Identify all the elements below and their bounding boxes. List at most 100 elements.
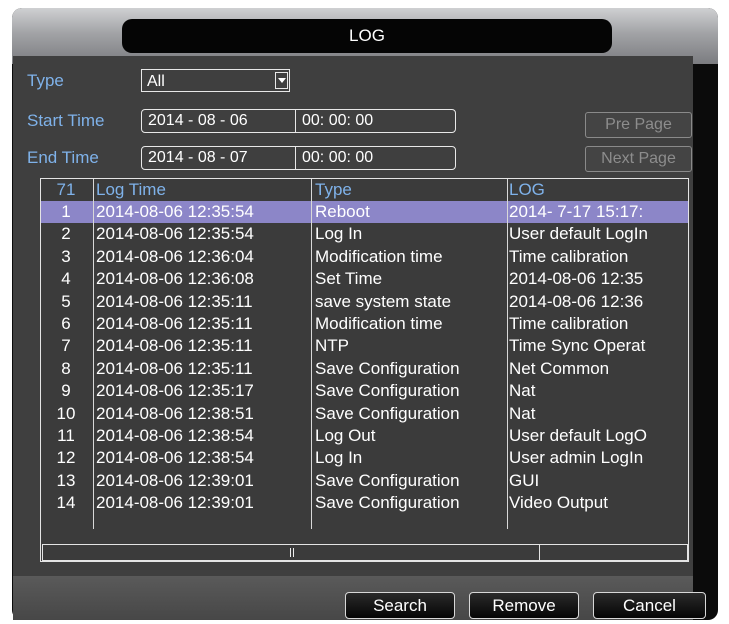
- row-number: 9: [61, 381, 71, 401]
- row-log: User default LogO: [509, 426, 647, 445]
- row-type: Save Configuration: [315, 358, 460, 378]
- cancel-button[interactable]: Cancel: [593, 592, 706, 619]
- field-divider: [295, 110, 296, 132]
- row-log: GUI: [509, 470, 540, 490]
- row-type: Log Out: [315, 426, 376, 445]
- field-divider: [295, 147, 296, 169]
- row-log-time: 2014-08-06 12:35:17: [96, 381, 254, 401]
- table-row[interactable]: 14 2014-08-06 12:39:01 Save Configuration V…: [41, 492, 688, 514]
- row-log: User admin LogIn: [509, 448, 644, 468]
- type-label: Type: [27, 71, 64, 90]
- column-divider: [93, 179, 94, 529]
- table-row[interactable]: 7 2014-08-06 12:35:11 NTP Time Sync Operat: [41, 335, 688, 357]
- log-table: 71 Log Time Type LOG 1 2014-08-06 12:35:5…: [40, 178, 689, 562]
- row-log: Time calibration: [509, 246, 629, 266]
- table-row[interactable]: 4 2014-08-06 12:36:08 Set Time 2014-08-06 1…: [41, 268, 688, 290]
- column-header-type[interactable]: Type: [315, 179, 507, 201]
- row-log: Net Common: [509, 358, 610, 378]
- row-type: Set Time: [315, 269, 383, 289]
- row-number: 1: [61, 202, 71, 221]
- row-type: Reboot: [315, 202, 370, 221]
- column-header-log[interactable]: LOG: [509, 179, 687, 201]
- row-type: save system state: [315, 291, 452, 311]
- end-time-label: End Time: [27, 148, 99, 167]
- row-log-time: 2014-08-06 12:36:08: [96, 269, 254, 289]
- row-number: 10: [56, 403, 76, 423]
- end-clock-value[interactable]: 00: 00: 00: [302, 147, 373, 169]
- table-row[interactable]: 3 2014-08-06 12:36:04 Modification time Tim…: [41, 246, 688, 268]
- prev-page-button[interactable]: Pre Page: [585, 112, 692, 138]
- row-number: 7: [61, 336, 71, 356]
- remove-button[interactable]: Remove: [469, 592, 579, 619]
- start-time-label: Start Time: [27, 111, 105, 130]
- row-log: 2014-08-06 12:35: [509, 269, 644, 289]
- row-log-time: 2014-08-06 12:39:01: [96, 470, 254, 490]
- table-row[interactable]: 5 2014-08-06 12:35:11 save system state 201…: [41, 291, 688, 313]
- row-log: 2014- 7-17 15:17:: [509, 202, 644, 221]
- search-button[interactable]: Search: [345, 592, 455, 619]
- row-log-time: 2014-08-06 12:35:54: [96, 202, 254, 221]
- end-date-value[interactable]: 2014 - 08 - 07: [148, 147, 248, 169]
- row-log: Nat: [509, 381, 536, 401]
- row-log: User default LogIn: [509, 224, 648, 244]
- chevron-down-icon[interactable]: [275, 72, 288, 89]
- table-row[interactable]: 2 2014-08-06 12:35:54 Log In User default L…: [41, 223, 688, 245]
- table-header: 71 Log Time Type LOG: [41, 179, 688, 201]
- row-log: Video Output: [509, 493, 608, 513]
- row-log: Time calibration: [509, 314, 629, 333]
- table-row[interactable]: 12 2014-08-06 12:38:54 Log In User admin Lo…: [41, 447, 688, 469]
- row-number: 13: [56, 470, 76, 490]
- grip-icon: [293, 548, 294, 557]
- row-type: Modification time: [315, 314, 443, 333]
- end-time-field[interactable]: 2014 - 08 - 07 00: 00: 00: [141, 146, 456, 170]
- row-log-time: 2014-08-06 12:38:51: [96, 403, 254, 423]
- dialog-title: LOG: [349, 26, 385, 45]
- row-type: NTP: [315, 336, 349, 356]
- horizontal-scrollbar-thumb[interactable]: [43, 545, 540, 560]
- row-number: 5: [61, 291, 71, 311]
- table-row[interactable]: 1 2014-08-06 12:35:54 Reboot 2014- 7-17 15:…: [41, 201, 688, 223]
- row-log: Nat: [509, 403, 536, 423]
- type-select-value: All: [147, 73, 165, 90]
- row-number: 12: [56, 448, 76, 468]
- row-type: Log In: [315, 224, 363, 244]
- row-number: 8: [61, 358, 71, 378]
- row-number: 14: [56, 493, 76, 513]
- table-row[interactable]: 10 2014-08-06 12:38:51 Save Configuration N…: [41, 403, 688, 425]
- row-log-time: 2014-08-06 12:35:11: [96, 358, 253, 378]
- horizontal-scrollbar[interactable]: [42, 544, 688, 561]
- type-select[interactable]: All: [141, 69, 290, 92]
- column-header-count[interactable]: 71: [41, 179, 91, 201]
- row-log-time: 2014-08-06 12:35:54: [96, 224, 254, 244]
- row-type: Save Configuration: [315, 470, 460, 490]
- start-clock-value[interactable]: 00: 00: 00: [302, 110, 373, 132]
- table-row[interactable]: 9 2014-08-06 12:35:17 Save Configuration Na…: [41, 380, 688, 402]
- grip-icon: [290, 548, 291, 557]
- table-row[interactable]: 13 2014-08-06 12:39:01 Save Configuration G…: [41, 470, 688, 492]
- row-log: Time Sync Operat: [509, 336, 646, 356]
- row-number: 6: [61, 314, 71, 333]
- next-page-button[interactable]: Next Page: [585, 146, 692, 172]
- row-number: 3: [61, 246, 71, 266]
- column-divider: [311, 179, 312, 529]
- column-header-log-time[interactable]: Log Time: [96, 179, 311, 201]
- row-log-time: 2014-08-06 12:38:54: [96, 426, 254, 445]
- start-time-field[interactable]: 2014 - 08 - 06 00: 00: 00: [141, 109, 456, 133]
- row-type: Save Configuration: [315, 403, 460, 423]
- row-log-time: 2014-08-06 12:36:04: [96, 246, 254, 266]
- row-number: 4: [61, 269, 71, 289]
- table-row[interactable]: 8 2014-08-06 12:35:11 Save Configuration Ne…: [41, 358, 688, 380]
- row-type: Modification time: [315, 246, 443, 266]
- row-log: 2014-08-06 12:36: [509, 291, 644, 311]
- table-row[interactable]: 11 2014-08-06 12:38:54 Log Out User default…: [41, 425, 688, 447]
- row-type: Save Configuration: [315, 493, 460, 513]
- start-date-value[interactable]: 2014 - 08 - 06: [148, 110, 248, 132]
- column-divider: [507, 179, 508, 529]
- row-log-time: 2014-08-06 12:39:01: [96, 493, 254, 513]
- row-log-time: 2014-08-06 12:38:54: [96, 448, 254, 468]
- table-row[interactable]: 6 2014-08-06 12:35:11 Modification time Tim…: [41, 313, 688, 335]
- row-type: Log In: [315, 448, 363, 468]
- row-type: Save Configuration: [315, 381, 460, 401]
- row-log-time: 2014-08-06 12:35:11: [96, 336, 253, 356]
- row-log-time: 2014-08-06 12:35:11: [96, 314, 253, 333]
